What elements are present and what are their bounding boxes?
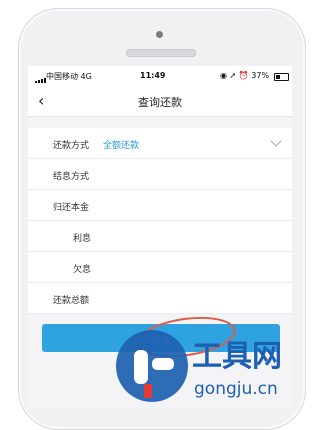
row-label: 结息方式 — [53, 172, 90, 182]
nav-bar: ‹ 查询还款 — [28, 86, 292, 117]
chevron-down-icon — [270, 135, 282, 147]
speaker-grille — [126, 49, 196, 57]
row-label: 还款总额 — [53, 296, 90, 306]
carrier-text: 中国移动 4G — [46, 72, 92, 81]
repay-method-value: 全额还款 — [103, 141, 140, 151]
logo-plug — [134, 350, 148, 384]
form-row-interest: 利息 — [28, 221, 292, 252]
logo-stem — [144, 384, 152, 398]
row-label: 归还本金 — [53, 203, 90, 213]
form-row-repay-method[interactable]: 还款方式 全额还款 — [28, 128, 292, 159]
watermark-text: 工具网 — [192, 339, 282, 374]
camera-dot — [156, 31, 163, 38]
form-row-interest-method[interactable]: 结息方式 — [28, 159, 292, 190]
form-row-total: 还款总额 — [28, 283, 292, 314]
logo-bar — [152, 358, 174, 370]
battery-tip — [288, 75, 289, 78]
row-label: 利息 — [73, 234, 92, 244]
status-indicators: ◉ ➚ ⏰ 37% — [220, 71, 270, 80]
watermark-logo: 工具网 gongju.cn — [116, 330, 282, 402]
row-label: 还款方式 — [53, 141, 90, 151]
form-row-principal: 归还本金 — [28, 190, 292, 221]
form-row-overdue: 欠息 — [28, 252, 292, 283]
watermark-url: gongju.cn — [194, 379, 278, 399]
repayment-form: 还款方式 全额还款 结息方式 归还本金 利息 欠息 还款总额 — [28, 128, 292, 314]
battery-icon — [274, 73, 289, 81]
status-bar: 中国移动 4G 11:49 ◉ ➚ ⏰ 37% — [28, 66, 292, 86]
page-title: 查询还款 — [138, 96, 182, 109]
clock: 11:49 — [140, 71, 166, 80]
row-label: 欠息 — [73, 265, 92, 275]
